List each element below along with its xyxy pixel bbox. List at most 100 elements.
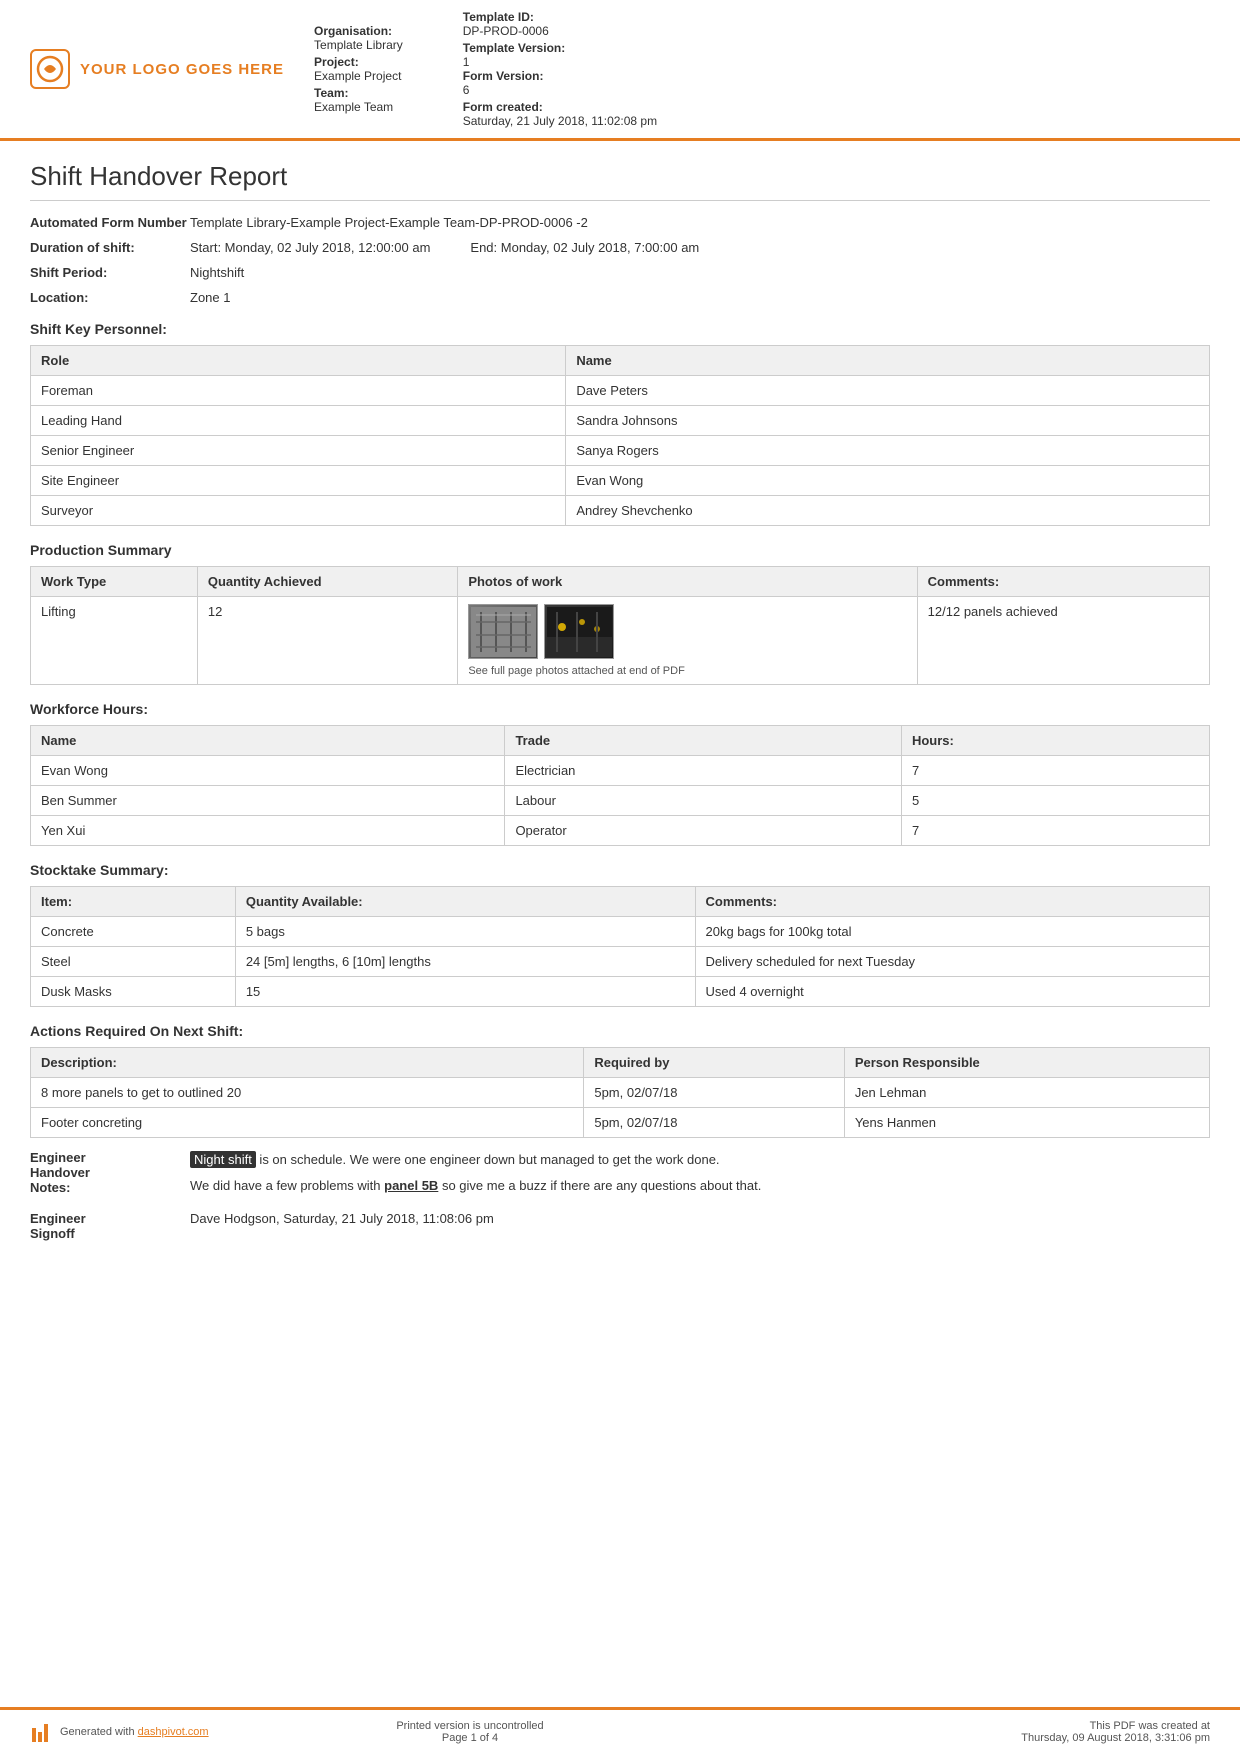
template-id-value: DP-PROD-0006 xyxy=(463,24,657,38)
shift-period-value: Nightshift xyxy=(190,265,1210,280)
col-name: Name xyxy=(566,346,1210,376)
workforce-hours-title: Workforce Hours: xyxy=(30,701,1210,717)
template-id-label: Template ID: xyxy=(463,10,534,24)
photo-thumbnails xyxy=(468,604,906,659)
footer-link[interactable]: dashpivot.com xyxy=(138,1726,209,1738)
photo-thumbnail-1 xyxy=(468,604,538,659)
header-meta: Organisation: Template Library Project: … xyxy=(314,10,1210,128)
project-label: Project: xyxy=(314,55,359,69)
form-created-row: Form created: Saturday, 21 July 2018, 11… xyxy=(463,100,657,128)
handover-note-line1: Night shift is on schedule. We were one … xyxy=(190,1150,1210,1170)
production-summary-table: Work Type Quantity Achieved Photos of wo… xyxy=(30,566,1210,685)
footer-middle-line1: Printed version is uncontrolled xyxy=(230,1720,710,1732)
workforce-hours-table: Name Trade Hours: Evan WongElectrician7B… xyxy=(30,725,1210,846)
engineer-handover-notes: Night shift is on schedule. We were one … xyxy=(190,1150,1210,1201)
duration-values: Start: Monday, 02 July 2018, 12:00:00 am… xyxy=(190,240,1210,255)
stocktake-comments-cell: 20kg bags for 100kg total xyxy=(695,917,1210,947)
table-row: 8 more panels to get to outlined 205pm, … xyxy=(31,1078,1210,1108)
col-workforce-hours: Hours: xyxy=(901,726,1209,756)
action-required-by-cell: 5pm, 02/07/18 xyxy=(584,1108,844,1138)
table-row: Footer concreting5pm, 02/07/18Yens Hanme… xyxy=(31,1108,1210,1138)
table-row: Steel24 [5m] lengths, 6 [10m] lengthsDel… xyxy=(31,947,1210,977)
location-value: Zone 1 xyxy=(190,290,1210,305)
stocktake-comments-cell: Used 4 overnight xyxy=(695,977,1210,1007)
footer-middle-line2: Page 1 of 4 xyxy=(230,1732,710,1744)
stocktake-comments-cell: Delivery scheduled for next Tuesday xyxy=(695,947,1210,977)
footer-middle: Printed version is uncontrolled Page 1 o… xyxy=(230,1720,710,1744)
stocktake-table: Item: Quantity Available: Comments: Conc… xyxy=(30,886,1210,1007)
name-cell: Sandra Johnsons xyxy=(566,406,1210,436)
location-label: Location: xyxy=(30,290,190,305)
handover-note-line2: We did have a few problems with panel 5B… xyxy=(190,1176,1210,1196)
shift-key-personnel-title: Shift Key Personnel: xyxy=(30,321,1210,337)
table-row: Evan WongElectrician7 xyxy=(31,756,1210,786)
table-row: Site EngineerEvan Wong xyxy=(31,466,1210,496)
workforce-header-row: Name Trade Hours: xyxy=(31,726,1210,756)
logo-area: YOUR LOGO GOES HERE xyxy=(30,10,284,128)
stocktake-quantity-cell: 24 [5m] lengths, 6 [10m] lengths xyxy=(235,947,695,977)
col-quantity: Quantity Available: xyxy=(235,887,695,917)
workforce-name-cell: Ben Summer xyxy=(31,786,505,816)
col-item: Item: xyxy=(31,887,236,917)
location-row: Location: Zone 1 xyxy=(30,290,1210,305)
table-row: SurveyorAndrey Shevchenko xyxy=(31,496,1210,526)
stocktake-item-cell: Steel xyxy=(31,947,236,977)
col-stocktake-comments: Comments: xyxy=(695,887,1210,917)
note-line2-before: We did have a few problems with xyxy=(190,1178,384,1193)
workforce-trade-cell: Operator xyxy=(505,816,902,846)
table-row: Concrete5 bags20kg bags for 100kg total xyxy=(31,917,1210,947)
engineer-signoff-value: Dave Hodgson, Saturday, 21 July 2018, 11… xyxy=(190,1211,1210,1226)
note-line1-after: is on schedule. We were one engineer dow… xyxy=(256,1152,720,1167)
team-value: Example Team xyxy=(314,100,403,114)
role-cell: Foreman xyxy=(31,376,566,406)
name-cell: Evan Wong xyxy=(566,466,1210,496)
form-created-value: Saturday, 21 July 2018, 11:02:08 pm xyxy=(463,114,657,128)
form-version-label: Form Version: xyxy=(463,69,544,83)
table-row: ForemanDave Peters xyxy=(31,376,1210,406)
duration-start: Start: Monday, 02 July 2018, 12:00:00 am xyxy=(190,240,430,255)
col-workforce-name: Name xyxy=(31,726,505,756)
project-row: Project: Example Project xyxy=(314,55,403,83)
org-label: Organisation: xyxy=(314,24,392,38)
workforce-trade-cell: Labour xyxy=(505,786,902,816)
action-person-responsible-cell: Jen Lehman xyxy=(844,1078,1209,1108)
stocktake-item-cell: Concrete xyxy=(31,917,236,947)
form-version-value: 6 xyxy=(463,83,657,97)
table-row: Dusk Masks15Used 4 overnight xyxy=(31,977,1210,1007)
logo-icon xyxy=(30,49,70,89)
stocktake-quantity-cell: 15 xyxy=(235,977,695,1007)
workforce-hours-cell: 5 xyxy=(901,786,1209,816)
table-row: Yen XuiOperator7 xyxy=(31,816,1210,846)
photos-cell: See full page photos attached at end of … xyxy=(458,597,917,685)
workforce-name-cell: Evan Wong xyxy=(31,756,505,786)
automated-form-number-row: Automated Form Number Template Library-E… xyxy=(30,215,1210,230)
table-row: Ben SummerLabour5 xyxy=(31,786,1210,816)
name-cell: Andrey Shevchenko xyxy=(566,496,1210,526)
production-summary-title: Production Summary xyxy=(30,542,1210,558)
highlighted-text: Night shift xyxy=(190,1151,256,1168)
team-label: Team: xyxy=(314,86,348,100)
project-value: Example Project xyxy=(314,69,403,83)
team-row: Team: Example Team xyxy=(314,86,403,114)
production-comments-cell: 12/12 panels achieved xyxy=(917,597,1209,685)
photo-caption: See full page photos attached at end of … xyxy=(468,665,906,677)
duration-end: End: Monday, 02 July 2018, 7:00:00 am xyxy=(470,240,699,255)
page-header: YOUR LOGO GOES HERE Organisation: Templa… xyxy=(0,0,1240,141)
workforce-trade-cell: Electrician xyxy=(505,756,902,786)
production-header-row: Work Type Quantity Achieved Photos of wo… xyxy=(31,567,1210,597)
footer-generated-text: Generated with dashpivot.com xyxy=(60,1726,209,1738)
engineer-handover-label: Engineer Handover Notes: xyxy=(30,1150,190,1195)
shift-period-label: Shift Period: xyxy=(30,265,190,280)
main-content: Shift Handover Report Automated Form Num… xyxy=(0,141,1240,1707)
col-required-by: Required by xyxy=(584,1048,844,1078)
footer-right-line1: This PDF was created at xyxy=(730,1720,1210,1732)
footer-right-line2: Thursday, 09 August 2018, 3:31:06 pm xyxy=(730,1732,1210,1744)
quantity-achieved-cell: 12 xyxy=(197,597,457,685)
template-version-label: Template Version: xyxy=(463,41,565,55)
actions-required-title: Actions Required On Next Shift: xyxy=(30,1023,1210,1039)
engineer-signoff-label: Engineer Signoff xyxy=(30,1211,190,1241)
footer-right: This PDF was created at Thursday, 09 Aug… xyxy=(730,1720,1210,1744)
engineer-handover-row: Engineer Handover Notes: Night shift is … xyxy=(30,1150,1210,1201)
panel-5b-link: panel 5B xyxy=(384,1178,438,1193)
col-quantity-achieved: Quantity Achieved xyxy=(197,567,457,597)
